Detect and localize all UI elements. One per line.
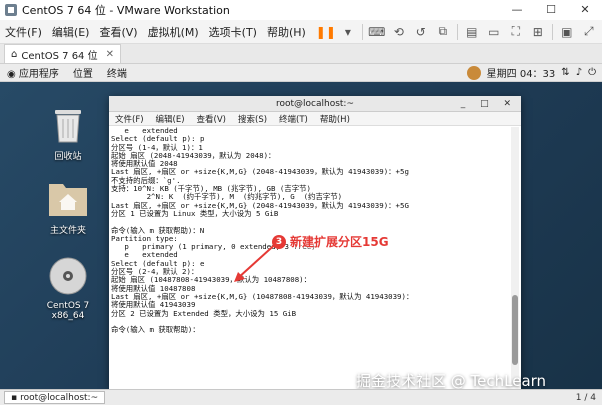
terminal-menu-search[interactable]: 搜索(S)	[232, 113, 273, 125]
terminal-title: root@localhost:~	[275, 99, 355, 109]
home-folder-icon	[49, 184, 87, 216]
places-menu[interactable]: 位置	[66, 65, 100, 80]
desktop-icon-trash[interactable]: 回收站	[33, 104, 103, 162]
taskbar-item-terminal[interactable]: ▪ root@localhost:~	[4, 391, 106, 404]
pause-dropdown-icon[interactable]: ▾	[337, 23, 359, 41]
terminal-line: 命令(输入 m 获取帮助)：	[111, 325, 200, 335]
terminal-menu-help[interactable]: 帮助(H)	[314, 113, 356, 125]
power-icon[interactable]: ⏻	[588, 67, 596, 78]
terminal-menu-view[interactable]: 查看(V)	[191, 113, 232, 125]
apps-icon: ◉	[7, 69, 16, 80]
apps-menu[interactable]: ◉ 应用程序	[0, 65, 66, 80]
toolbar-divider	[551, 23, 553, 40]
trash-icon	[55, 110, 81, 143]
minimize-button[interactable]: —	[500, 0, 534, 20]
terminal-line: 分区 2 已设置为 Extended 类型，大小设为 15 GiB	[111, 308, 297, 318]
vmware-app-icon	[5, 4, 17, 16]
vm-tab-close-icon[interactable]: ✕	[106, 49, 114, 60]
thumbnail-icon[interactable]: ▭	[483, 23, 505, 41]
menu-help[interactable]: 帮助(H)	[262, 24, 311, 40]
send-keys-icon[interactable]: ⌨	[366, 23, 388, 41]
guest-top-panel: ◉ 应用程序 位置 终端 星期四 04：33 ⇅ ♪ ⏻	[0, 64, 602, 82]
vmware-toolbar: ❚❚ ▾ ⌨ ⟲ ↺ ⧉ ▤ ▭ ⛶ ⊞ ▣ ⤢ ▾	[315, 23, 602, 41]
fullscreen-icon[interactable]: ⛶	[505, 23, 527, 41]
vmware-menu-bar: 文件(F) 编辑(E) 查看(V) 虚拟机(M) 选项卡(T) 帮助(H) ❚❚…	[0, 20, 602, 44]
snapshot-icon[interactable]: ⟲	[388, 23, 410, 41]
vm-tab-label: CentOS 7 64 位	[21, 50, 98, 62]
vm-tab-centos[interactable]: ⌂ CentOS 7 64 位 ✕	[4, 44, 121, 63]
desktop-icon-label: 主文件夹	[49, 226, 86, 236]
desktop-icon-dvd[interactable]: CentOS 7 x86_64	[33, 256, 103, 321]
terminal-menu-file[interactable]: 文件(F)	[109, 113, 150, 125]
toolbar-divider	[456, 23, 458, 40]
home-icon: ⌂	[11, 48, 18, 60]
vm-tab-strip: ⌂ CentOS 7 64 位 ✕	[0, 44, 602, 64]
taskbar-item-label: root@localhost:~	[20, 392, 99, 403]
desktop-icon-label: CentOS 7 x86_64	[46, 301, 90, 321]
terminal-menu[interactable]: 终端	[100, 65, 134, 80]
window-title: CentOS 7 64 位 - VMware Workstation	[22, 4, 230, 17]
close-button[interactable]: ✕	[568, 0, 602, 20]
terminal-output[interactable]: e extended Select (default p): p 分区号 (1-4，…	[111, 127, 507, 387]
volume-icon[interactable]: ♪	[576, 67, 582, 78]
terminal-menu-edit[interactable]: 编辑(E)	[150, 113, 191, 125]
vmware-title-bar: CentOS 7 64 位 - VMware Workstation — ☐ ✕	[0, 0, 602, 20]
sidebar-toggle-icon[interactable]: ▤	[461, 23, 483, 41]
maximize-button[interactable]: ☐	[534, 0, 568, 20]
watermark: 掘金技术社区 @ TechLearn	[356, 372, 547, 390]
menu-file[interactable]: 文件(F)	[0, 24, 47, 40]
snapshot-restore-icon[interactable]: ↺	[410, 23, 432, 41]
terminal-menu-terminal[interactable]: 终端(T)	[273, 113, 314, 125]
pause-icon[interactable]: ❚❚	[315, 23, 337, 41]
desktop-icon-home[interactable]: 主文件夹	[33, 178, 103, 236]
clock[interactable]: 星期四 04：33	[487, 65, 556, 80]
workspace-pager[interactable]: 1 / 4	[576, 393, 602, 403]
step-number-badge: 3	[272, 234, 286, 249]
annotation-callout: 3 新建扩展分区15G	[272, 233, 389, 250]
menu-tabs[interactable]: 选项卡(T)	[204, 24, 262, 40]
menu-view[interactable]: 查看(V)	[94, 24, 142, 40]
terminal-title-bar: root@localhost:~ _ □ ✕	[109, 96, 521, 112]
terminal-line: 分区 1 已设置为 Linux 类型，大小设为 5 GiB	[111, 208, 279, 218]
terminal-menu-bar: 文件(F) 编辑(E) 查看(V) 搜索(S) 终端(T) 帮助(H)	[109, 112, 521, 126]
menu-vm[interactable]: 虚拟机(M)	[143, 24, 204, 40]
terminal-icon: ▪	[11, 392, 18, 403]
disc-icon	[49, 257, 87, 295]
annotation-text: 新建扩展分区15G	[290, 235, 389, 249]
guest-taskbar: ▪ root@localhost:~ 1 / 4	[0, 389, 602, 405]
terminal-window-controls[interactable]: _ □ ✕	[461, 96, 517, 112]
user-avatar-icon[interactable]	[466, 65, 481, 80]
scrollbar-thumb[interactable]	[512, 295, 518, 365]
network-icon[interactable]: ⇅	[561, 67, 569, 78]
unity-icon[interactable]: ⊞	[527, 23, 549, 41]
toolbar-divider	[361, 23, 363, 40]
terminal-scrollbar[interactable]	[511, 127, 519, 387]
console-icon[interactable]: ▣	[556, 23, 578, 41]
menu-edit[interactable]: 编辑(E)	[47, 24, 95, 40]
desktop-icon-label: 回收站	[54, 152, 82, 162]
snapshot-manager-icon[interactable]: ⧉	[432, 23, 454, 41]
stretch-icon[interactable]: ⤢	[578, 23, 600, 41]
